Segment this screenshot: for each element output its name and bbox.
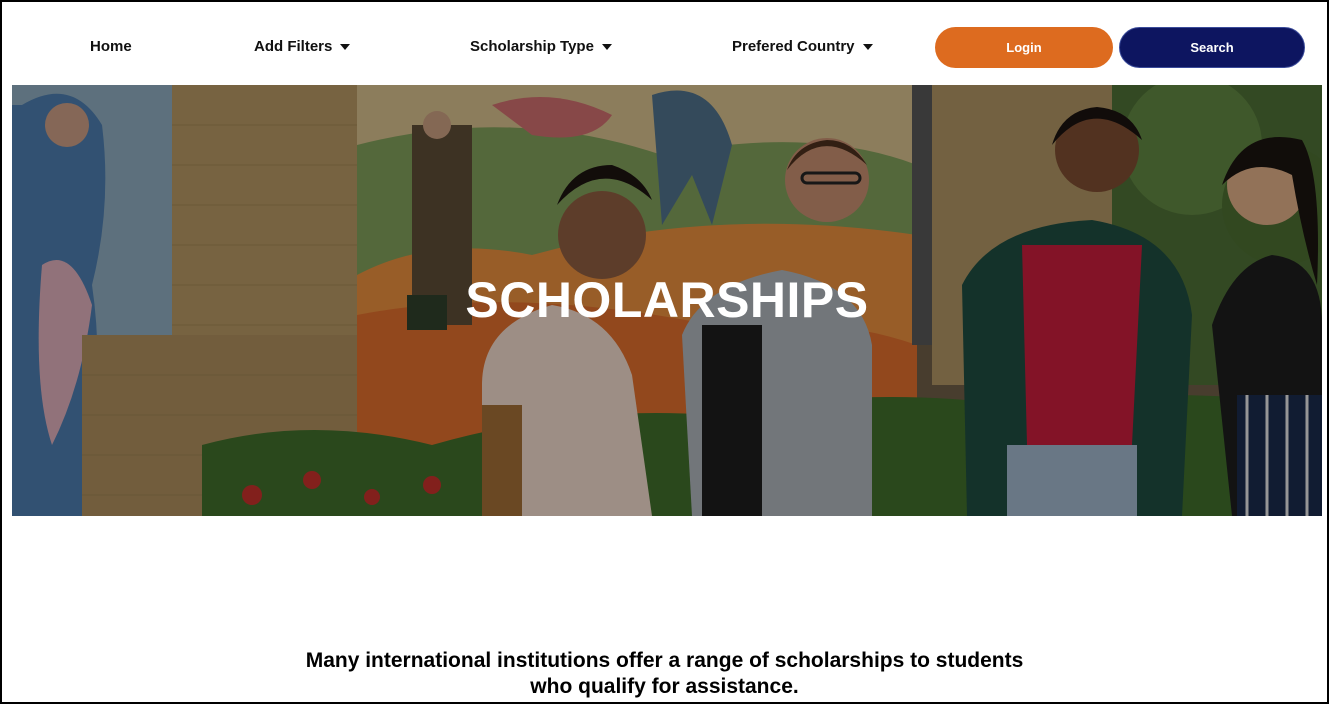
top-navigation: Home Add Filters Scholarship Type Prefer… (2, 2, 1327, 84)
nav-scholarship-type-dropdown[interactable]: Scholarship Type (470, 38, 612, 55)
caret-down-icon (340, 44, 351, 50)
nav-add-filters-dropdown[interactable]: Add Filters (254, 38, 351, 55)
nav-home-label: Home (90, 38, 132, 55)
hero-title: SCHOLARSHIPS (465, 272, 869, 328)
intro-line-2: who qualify for assistance. (530, 675, 799, 698)
nav-preferred-country-label: Prefered Country (732, 38, 855, 55)
search-button[interactable]: Search (1119, 27, 1305, 68)
intro-text: Many international institutions offer a … (2, 648, 1327, 700)
search-button-label: Search (1190, 40, 1234, 55)
nav-add-filters-label: Add Filters (254, 38, 333, 55)
login-button-label: Login (1006, 40, 1042, 55)
nav-preferred-country-dropdown[interactable]: Prefered Country (732, 38, 873, 55)
page-frame: Home Add Filters Scholarship Type Prefer… (0, 0, 1329, 704)
login-button[interactable]: Login (935, 27, 1113, 68)
caret-down-icon (862, 44, 873, 50)
caret-down-icon (601, 44, 612, 50)
nav-home-link[interactable]: Home (90, 38, 132, 55)
nav-scholarship-type-label: Scholarship Type (470, 38, 594, 55)
hero-banner: SCHOLARSHIPS (12, 85, 1322, 516)
intro-line-1: Many international institutions offer a … (305, 649, 1024, 672)
